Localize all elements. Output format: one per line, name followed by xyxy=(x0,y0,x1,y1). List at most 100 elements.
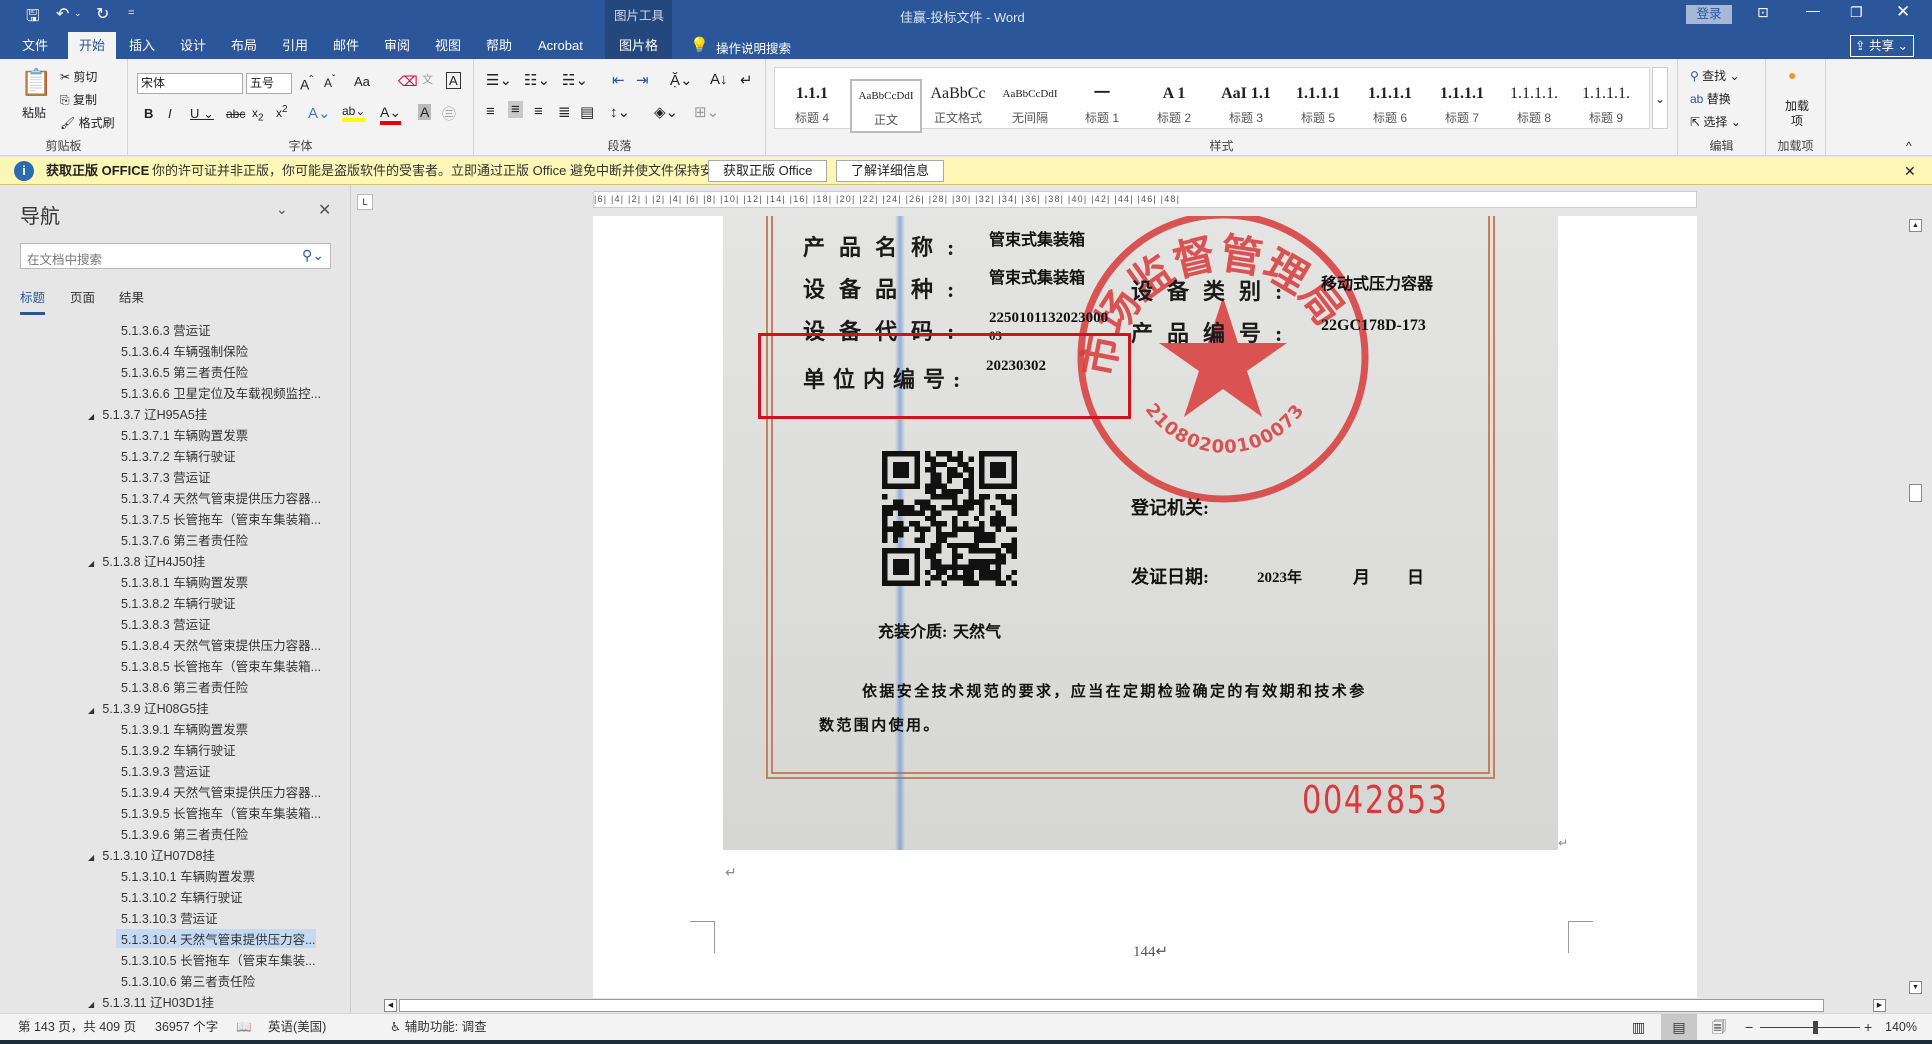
nav-heading-item[interactable]: ◢ 5.1.3.11 辽H03D1挂 xyxy=(88,992,214,1008)
horizontal-scroll-thumb[interactable] xyxy=(399,999,1824,1012)
nav-heading-item[interactable]: 5.1.3.6.4 车辆强制保险 xyxy=(121,341,248,360)
zoom-out-icon[interactable]: − xyxy=(1745,1014,1753,1040)
nav-heading-item[interactable]: 5.1.3.9.4 天然气管束提供压力容器... xyxy=(121,782,321,801)
select-button[interactable]: ⇱ 选择 ⌄ xyxy=(1690,113,1741,130)
zoom-in-icon[interactable]: + xyxy=(1864,1014,1872,1040)
numbering-icon[interactable]: ☷⌄ xyxy=(524,71,550,89)
style-heading-3[interactable]: AaI 1.1 标题 3 xyxy=(1210,79,1282,133)
scroll-up-icon[interactable]: ▲ xyxy=(1909,219,1922,232)
search-icon[interactable]: ⚲⌄ xyxy=(302,247,324,264)
collapse-triangle-icon[interactable]: ◢ xyxy=(88,559,96,568)
nav-heading-item[interactable]: 5.1.3.9.2 车辆行驶证 xyxy=(121,740,236,759)
paste-button[interactable]: 粘贴 xyxy=(22,104,46,121)
line-spacing-icon[interactable]: ↕⌄ xyxy=(610,103,630,121)
certificate-image[interactable]: 市场监督管理局 210802001000733 产品名称: 管束式集装箱 设备品… xyxy=(723,216,1558,850)
nav-heading-item[interactable]: 5.1.3.7.2 车辆行驶证 xyxy=(121,446,236,465)
borders-icon[interactable]: ⊞⌄ xyxy=(694,103,719,121)
bold-button[interactable]: B xyxy=(144,106,153,121)
collapse-ribbon-icon[interactable]: ^ xyxy=(1906,139,1912,153)
show-marks-icon[interactable]: ↵ xyxy=(740,71,753,89)
horizontal-ruler[interactable]: |6| |4| |2| | |2| |4| |6| |8| |10| |12| … xyxy=(593,191,1697,208)
nav-heading-item[interactable]: ◢ 5.1.3.7 辽H95A5挂 xyxy=(88,404,207,423)
bullets-icon[interactable]: ☰⌄ xyxy=(486,71,512,89)
get-genuine-office-button[interactable]: 获取正版 Office xyxy=(708,160,828,182)
nav-heading-item[interactable]: 5.1.3.7.6 第三者责任险 xyxy=(121,530,248,549)
nav-heading-item[interactable]: 5.1.3.10.6 第三者责任险 xyxy=(121,971,255,990)
font-color-icon[interactable]: A⌄ xyxy=(380,104,402,125)
style-heading-1[interactable]: 一标题 1 xyxy=(1066,79,1138,133)
style-heading-5[interactable]: 1.1.1.1 标题 5 xyxy=(1282,79,1354,133)
word-count-status[interactable]: 36957 个字 xyxy=(155,1014,218,1040)
sort-icon[interactable]: A↓ xyxy=(710,71,728,88)
tab-help[interactable]: 帮助 xyxy=(478,32,520,59)
close-warning-icon[interactable]: ✕ xyxy=(1904,157,1916,185)
align-left-icon[interactable]: ≡ xyxy=(486,103,495,120)
tab-file[interactable]: 文件 xyxy=(14,32,56,59)
restore-icon[interactable]: ❐ xyxy=(1850,4,1863,21)
tab-layout[interactable]: 布局 xyxy=(223,32,265,59)
shrink-font-icon[interactable]: Aˇ xyxy=(324,74,335,90)
addins-icon[interactable]: ● xyxy=(1788,67,1796,83)
nav-heading-item[interactable]: ◢ 5.1.3.10 辽H07D8挂 xyxy=(88,845,215,864)
find-button[interactable]: ⚲ 查找 ⌄ xyxy=(1690,67,1740,84)
web-layout-icon[interactable]: 🗐 xyxy=(1712,1014,1726,1040)
tab-home[interactable]: 开始 xyxy=(68,32,116,59)
tab-review[interactable]: 审阅 xyxy=(376,32,418,59)
zoom-slider-thumb[interactable] xyxy=(1813,1021,1818,1034)
collapse-triangle-icon[interactable]: ◢ xyxy=(88,1000,96,1008)
zoom-slider[interactable] xyxy=(1760,1027,1860,1028)
nav-heading-item[interactable]: 5.1.3.8.2 车辆行驶证 xyxy=(121,593,236,612)
zoom-level[interactable]: 140% xyxy=(1885,1014,1917,1040)
nav-heading-item[interactable]: 5.1.3.7.3 营运证 xyxy=(121,467,211,486)
nav-heading-item[interactable]: 5.1.3.7.5 长管拖车（管束车集装箱... xyxy=(121,509,321,528)
nav-heading-item[interactable]: ◢ 5.1.3.8 辽H4J50挂 xyxy=(88,551,205,570)
style-heading-4[interactable]: 1.1.1 标题 4 xyxy=(776,79,848,133)
style-body-format[interactable]: AaBbCc 正文格式 xyxy=(922,79,994,133)
increase-indent-icon[interactable]: ⇥ xyxy=(636,71,649,89)
justify-icon[interactable]: ≣ xyxy=(558,103,571,121)
tab-acrobat[interactable]: Acrobat xyxy=(530,32,591,59)
save-icon[interactable]: 🖫 xyxy=(26,5,40,32)
tell-me-search[interactable]: 操作说明搜索 xyxy=(716,38,791,57)
nav-heading-item[interactable]: 5.1.3.8.4 天然气管束提供压力容器... xyxy=(121,635,321,654)
nav-heading-item[interactable]: 5.1.3.6.5 第三者责任险 xyxy=(121,362,248,381)
nav-heading-item[interactable]: 5.1.3.7.4 天然气管束提供压力容器... xyxy=(121,488,321,507)
redo-icon[interactable]: ↻ xyxy=(96,4,109,24)
style-no-spacing[interactable]: AaBbCcDdI 无间隔 xyxy=(994,79,1066,133)
character-shading-icon[interactable]: A xyxy=(418,104,432,120)
style-normal[interactable]: AaBbCcDdI 正文 xyxy=(850,79,922,133)
tab-view[interactable]: 视图 xyxy=(427,32,469,59)
strikethrough-button[interactable]: abc xyxy=(226,107,245,121)
tab-selector[interactable]: L xyxy=(357,194,373,210)
asian-layout-icon[interactable]: Ặ⌄ xyxy=(670,71,693,89)
nav-heading-item[interactable]: 5.1.3.9.1 车辆购置发票 xyxy=(121,719,248,738)
change-case-button[interactable]: Aa xyxy=(354,74,370,89)
scroll-down-icon[interactable]: ▼ xyxy=(1909,981,1922,994)
nav-heading-item[interactable]: 5.1.3.9.3 营运证 xyxy=(121,761,211,780)
multilevel-list-icon[interactable]: ☵⌄ xyxy=(562,71,588,89)
vertical-scrollbar[interactable]: ▲ ▼ xyxy=(1907,216,1924,998)
styles-more-icon[interactable]: ⌄ xyxy=(1652,67,1668,129)
nav-heading-item[interactable]: ◢ 5.1.3.9 辽H08G5挂 xyxy=(88,698,209,717)
cut-button[interactable]: ✂ 剪切 xyxy=(60,68,97,85)
tab-design[interactable]: 设计 xyxy=(172,32,214,59)
highlight-color-icon[interactable]: ab⌄ xyxy=(342,104,366,122)
copy-button[interactable]: ⎘ 复制 xyxy=(60,91,97,108)
nav-heading-item[interactable]: 5.1.3.10.5 长管拖车（管束车集装... xyxy=(121,950,316,969)
nav-heading-item[interactable]: 5.1.3.9.6 第三者责任险 xyxy=(121,824,248,843)
nav-heading-item[interactable]: 5.1.3.8.5 长管拖车（管束车集装箱... xyxy=(121,656,321,675)
tab-references[interactable]: 引用 xyxy=(274,32,316,59)
replace-button[interactable]: ab 替换 xyxy=(1690,90,1731,107)
nav-options-icon[interactable]: ⌄ xyxy=(276,201,288,218)
read-mode-icon[interactable]: ▥ xyxy=(1632,1014,1645,1040)
nav-tab-pages[interactable]: 页面 xyxy=(70,287,95,306)
nav-heading-item[interactable]: 5.1.3.10.4 天然气管束提供压力容... xyxy=(116,929,316,948)
style-heading-6[interactable]: 1.1.1.1 标题 6 xyxy=(1354,79,1426,133)
share-button[interactable]: ⇪ 共享 ⌄ xyxy=(1850,35,1914,57)
learn-more-button[interactable]: 了解详细信息 xyxy=(836,160,945,182)
horizontal-scrollbar[interactable]: ◀ ▶ xyxy=(382,998,1907,1013)
nav-close-icon[interactable]: ✕ xyxy=(318,200,331,220)
collapse-triangle-icon[interactable]: ◢ xyxy=(88,412,96,421)
font-size-select[interactable]: 五号 xyxy=(246,73,292,94)
decrease-indent-icon[interactable]: ⇤ xyxy=(612,71,625,89)
